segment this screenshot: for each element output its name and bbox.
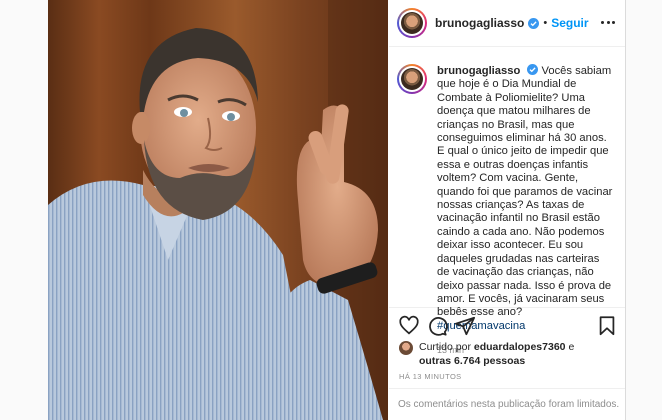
avatar-image bbox=[401, 68, 423, 90]
post-image bbox=[48, 0, 388, 420]
post-photo[interactable] bbox=[48, 0, 388, 420]
bookmark-icon[interactable] bbox=[596, 315, 618, 337]
post-timestamp: HÁ 13 MINUTOS bbox=[399, 372, 462, 381]
caption-username[interactable]: brunogagliasso bbox=[437, 65, 520, 77]
heart-icon[interactable] bbox=[398, 315, 420, 337]
caption-section: brunogagliasso Vocês sabiam que hoje é o… bbox=[389, 48, 625, 355]
likes-prefix: Curtido por bbox=[419, 341, 471, 353]
verified-icon bbox=[527, 64, 539, 75]
post-header: brunogagliasso • Seguir bbox=[389, 0, 625, 47]
separator-dot: • bbox=[543, 17, 548, 29]
avatar-image bbox=[401, 12, 423, 34]
more-options-icon[interactable] bbox=[601, 17, 615, 27]
caption-body: Vocês sabiam que hoje é o Dia Mundial de… bbox=[437, 65, 613, 319]
share-icon[interactable] bbox=[454, 315, 476, 337]
likes-others-link[interactable]: outras 6.764 pessoas bbox=[419, 355, 525, 367]
post-sidebar: brunogagliasso • Seguir brunogagliasso V… bbox=[389, 0, 625, 420]
liker-avatar[interactable] bbox=[399, 341, 413, 355]
author-avatar[interactable] bbox=[397, 8, 427, 38]
caption-text: brunogagliasso Vocês sabiam que hoje é o… bbox=[437, 64, 613, 333]
verified-icon bbox=[528, 17, 540, 29]
caption-author-avatar[interactable] bbox=[397, 64, 427, 94]
follow-button[interactable]: Seguir bbox=[551, 16, 588, 30]
action-bar bbox=[389, 312, 625, 340]
likes-connector: e bbox=[568, 341, 575, 353]
likes-summary: Curtido por eduardalopes7360 e outras 6.… bbox=[399, 340, 619, 368]
comment-icon[interactable] bbox=[426, 315, 448, 337]
liker-username[interactable]: eduardalopes7360 bbox=[474, 341, 566, 353]
author-username[interactable]: brunogagliasso bbox=[435, 16, 524, 30]
comments-limited-notice: Os comentários nesta publicação foram li… bbox=[389, 388, 625, 420]
